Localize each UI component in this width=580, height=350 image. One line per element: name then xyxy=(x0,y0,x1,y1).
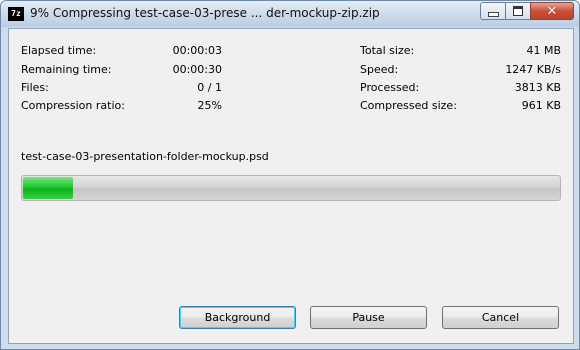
window-title: 9% Compressing test-case-03-prese ... de… xyxy=(30,6,380,20)
pause-button[interactable]: Pause xyxy=(310,306,427,329)
elapsed-time-value: 00:00:03 xyxy=(172,44,222,57)
files-label: Files: xyxy=(21,81,49,94)
7zip-app-icon[interactable]: 7z xyxy=(8,7,24,21)
compression-ratio-label: Compression ratio: xyxy=(21,99,125,112)
processed-value: 3813 KB xyxy=(514,81,561,94)
caption-buttons: ✕ xyxy=(480,2,574,20)
cancel-button[interactable]: Cancel xyxy=(442,306,559,329)
current-file-name: test-case-03-presentation-folder-mockup.… xyxy=(21,150,269,163)
speed-value: 1247 KB/s xyxy=(505,63,561,76)
compressed-size-label: Compressed size: xyxy=(360,99,457,112)
compression-progress-window: 7z 9% Compressing test-case-03-prese ...… xyxy=(0,0,580,350)
remaining-time-value: 00:00:30 xyxy=(172,63,222,76)
compressed-size-value: 961 KB xyxy=(521,99,561,112)
files-value: 0 / 1 xyxy=(197,81,222,94)
maximize-icon xyxy=(513,6,523,16)
remaining-time-label: Remaining time: xyxy=(21,63,112,76)
minimize-button[interactable] xyxy=(480,2,506,20)
compression-ratio-value: 25% xyxy=(197,99,222,112)
elapsed-time-label: Elapsed time: xyxy=(21,44,97,57)
minimize-icon xyxy=(487,11,499,17)
maximize-button[interactable] xyxy=(505,2,531,20)
progress-bar xyxy=(21,175,561,201)
total-size-value: 41 MB xyxy=(526,44,561,57)
title-bar[interactable]: 7z 9% Compressing test-case-03-prese ...… xyxy=(1,1,579,27)
total-size-label: Total size: xyxy=(360,44,415,57)
background-button[interactable]: Background xyxy=(179,306,296,329)
dialog-client-area: Elapsed time: 00:00:03 Remaining time: 0… xyxy=(8,28,574,344)
close-button[interactable]: ✕ xyxy=(530,2,574,20)
processed-label: Processed: xyxy=(360,81,420,94)
speed-label: Speed: xyxy=(360,63,399,76)
close-icon: ✕ xyxy=(546,3,558,19)
progress-bar-fill xyxy=(23,177,73,199)
